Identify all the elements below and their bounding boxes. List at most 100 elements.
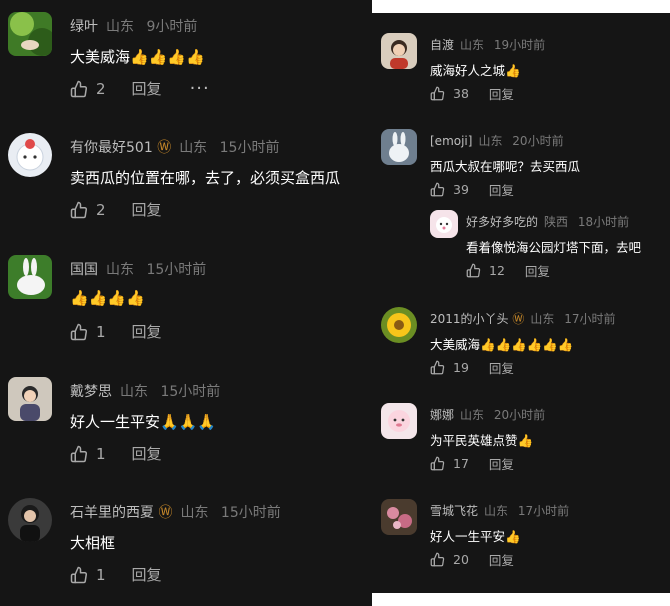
comment-text: 👍👍👍👍: [70, 289, 145, 307]
comment-header: 石羊里的西夏 Ⓦ 山东 15小时前: [70, 502, 281, 522]
more-options-icon[interactable]: ···: [190, 78, 210, 99]
comment-header: 国国 山东 15小时前: [70, 259, 206, 279]
avatar[interactable]: [381, 307, 417, 343]
like-button[interactable]: 1: [70, 323, 106, 341]
like-button[interactable]: 38: [430, 86, 469, 101]
timestamp: 17小时前: [564, 312, 616, 326]
like-count: 20: [453, 552, 469, 567]
location: 陕西: [544, 215, 569, 229]
comment-actions: 12 回复: [466, 261, 550, 280]
username[interactable]: 娜娜: [430, 408, 454, 422]
comment-text: 好人一生平安🙏🙏🙏: [70, 413, 217, 431]
avatar[interactable]: [8, 255, 52, 299]
comment-actions: 2 回复: [70, 199, 162, 220]
comment-header: 娜娜 山东 20小时前: [430, 406, 545, 423]
like-count: 39: [453, 182, 469, 197]
location: 山东: [484, 504, 509, 518]
timestamp: 15小时前: [220, 505, 281, 521]
comment-text: 大美威海👍👍👍👍: [70, 48, 205, 66]
comment-text: 为平民英雄点赞👍: [430, 433, 534, 448]
like-count: 2: [96, 79, 106, 98]
avatar[interactable]: [8, 498, 52, 542]
username[interactable]: 绿叶: [70, 19, 98, 35]
comment-header: 好多好多吃的 陕西 18小时前: [466, 213, 629, 230]
thumbs-up-icon: [430, 552, 445, 567]
timestamp: 9小时前: [146, 19, 198, 35]
comment-actions: 39 回复: [430, 180, 514, 199]
thumbs-up-icon: [70, 323, 88, 341]
comment-actions: 19 回复: [430, 358, 514, 377]
timestamp: 15小时前: [146, 262, 207, 278]
location: 山东: [106, 19, 134, 35]
thumbs-up-icon: [430, 182, 445, 197]
avatar[interactable]: [8, 133, 52, 177]
like-button[interactable]: 12: [466, 263, 505, 278]
reply-button[interactable]: 回复: [132, 443, 162, 464]
thumbs-up-icon: [430, 360, 445, 375]
avatar[interactable]: [8, 377, 52, 421]
comment-actions: 1 回复: [70, 321, 162, 342]
reply-button[interactable]: 回复: [132, 321, 162, 342]
like-button[interactable]: 2: [70, 80, 106, 98]
username[interactable]: [emoji]: [430, 134, 472, 148]
like-count: 1: [96, 322, 106, 341]
avatar[interactable]: [381, 403, 417, 439]
like-button[interactable]: 20: [430, 552, 469, 567]
comment-text: 大美威海👍👍👍👍👍👍: [430, 337, 574, 352]
comment-actions: 17 回复: [430, 454, 514, 473]
username[interactable]: 好多好多吃的: [466, 215, 538, 229]
comment-text: 卖西瓜的位置在哪，去了，必须买盒西瓜: [70, 169, 341, 187]
avatar[interactable]: [381, 129, 417, 165]
comment-header: 有你最好501 Ⓦ 山东 15小时前: [70, 137, 279, 157]
like-button[interactable]: 17: [430, 456, 469, 471]
thumbs-up-icon: [430, 456, 445, 471]
like-button[interactable]: 39: [430, 182, 469, 197]
like-count: 1: [96, 565, 106, 584]
reply-button[interactable]: 回复: [489, 358, 514, 377]
left-comment-panel: 绿叶 山东 9小时前 大美威海👍👍👍👍 2 回复 ··· 有你最好501 Ⓦ 山东 …: [0, 0, 372, 606]
reply-button[interactable]: 回复: [489, 180, 514, 199]
like-count: 17: [453, 456, 469, 471]
timestamp: 15小时前: [219, 140, 280, 156]
username[interactable]: 有你最好501: [70, 140, 153, 156]
location: 山东: [180, 505, 209, 521]
avatar[interactable]: [381, 499, 417, 535]
timestamp: 15小时前: [160, 384, 221, 400]
reply-button[interactable]: 回复: [489, 550, 514, 569]
username[interactable]: 石羊里的西夏: [70, 505, 154, 521]
like-button[interactable]: 19: [430, 360, 469, 375]
location: 山东: [460, 38, 485, 52]
comment-header: 戴梦思 山东 15小时前: [70, 381, 220, 401]
thumbs-up-icon: [70, 445, 88, 463]
avatar[interactable]: [430, 210, 458, 238]
like-button[interactable]: 2: [70, 201, 106, 219]
badge-icon: Ⓦ: [512, 312, 525, 326]
thumbs-up-icon: [70, 566, 88, 584]
location: 山东: [530, 312, 555, 326]
location: 山东: [478, 134, 503, 148]
like-button[interactable]: 1: [70, 566, 106, 584]
comment-text: 看着像悦海公园灯塔下面，去吧: [466, 240, 642, 255]
username[interactable]: 自渡: [430, 38, 454, 52]
badge-icon: Ⓦ: [158, 505, 173, 521]
comment-actions: 2 回复 ···: [70, 78, 210, 99]
reply-button[interactable]: 回复: [132, 564, 162, 585]
comment-header: [emoji] 山东 20小时前: [430, 132, 564, 149]
username[interactable]: 戴梦思: [70, 384, 112, 400]
reply-button[interactable]: 回复: [132, 78, 162, 99]
reply-button[interactable]: 回复: [489, 84, 514, 103]
username[interactable]: 国国: [70, 262, 98, 278]
timestamp: 18小时前: [577, 215, 630, 229]
username[interactable]: 2011的小丫头: [430, 312, 509, 326]
username[interactable]: 雪城飞花: [430, 504, 478, 518]
comment-text: 好人一生平安👍: [430, 529, 521, 544]
thumbs-up-icon: [430, 86, 445, 101]
avatar[interactable]: [381, 33, 417, 69]
reply-button[interactable]: 回复: [525, 261, 550, 280]
reply-button[interactable]: 回复: [489, 454, 514, 473]
like-button[interactable]: 1: [70, 445, 106, 463]
thumbs-up-icon: [70, 80, 88, 98]
reply-button[interactable]: 回复: [132, 199, 162, 220]
avatar[interactable]: [8, 12, 52, 56]
badge-icon: Ⓦ: [157, 140, 172, 156]
